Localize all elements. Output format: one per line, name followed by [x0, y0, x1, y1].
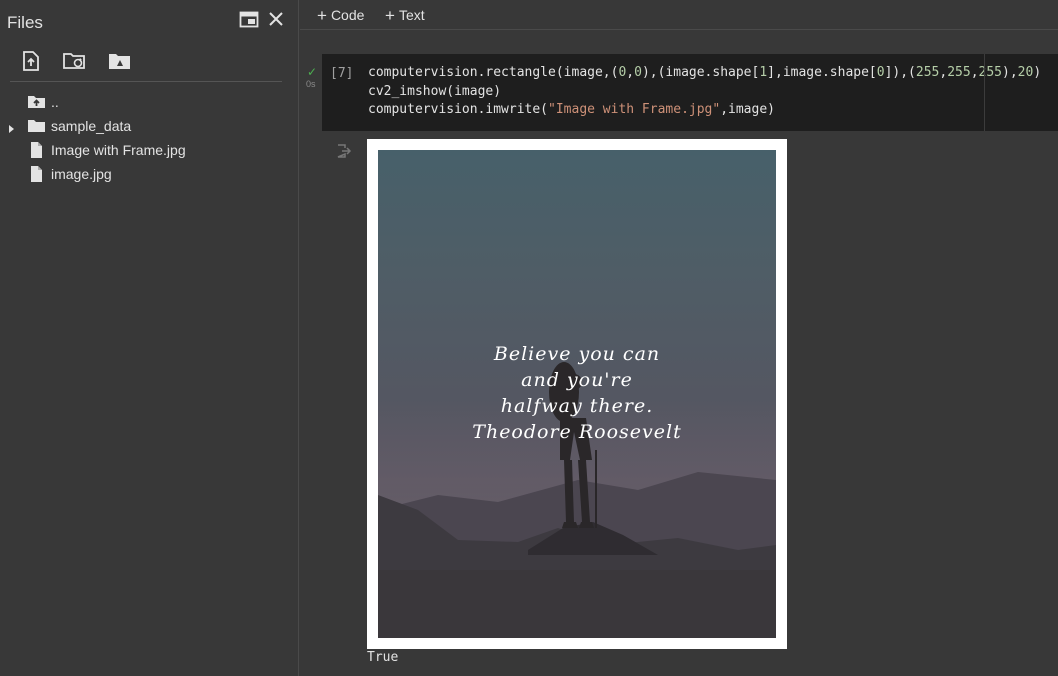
tree-item-label: Image with Frame.jpg — [51, 142, 186, 158]
mount-drive-icon[interactable] — [107, 49, 133, 73]
quote-author: Theodore Roosevelt — [472, 421, 682, 443]
add-code-label: Code — [330, 7, 365, 23]
tree-item-image[interactable]: image.jpg — [0, 162, 299, 186]
add-text-label: Text — [398, 7, 425, 23]
open-in-window-icon[interactable] — [238, 9, 260, 29]
quote-line: halfway there. — [500, 395, 654, 417]
add-text-button[interactable]: + Text — [385, 4, 425, 26]
output-image-frame: Believe you can and you're halfway there… — [367, 139, 787, 649]
landscape-illustration — [378, 362, 776, 638]
run-success-icon: ✓ — [307, 65, 318, 79]
code-line: computervision.rectangle(image,(0,0),(im… — [368, 65, 1042, 80]
execution-count[interactable]: [7] — [330, 66, 353, 81]
code-line: computervision.imwrite("Image with Frame… — [368, 102, 775, 117]
code-cell[interactable]: [7] computervision.rectangle(image,(0,0)… — [322, 54, 1058, 131]
run-duration: 0s — [306, 79, 316, 89]
code-line: cv2_imshow(image) — [368, 83, 502, 99]
refresh-folder-icon[interactable] — [62, 49, 88, 73]
output-image: Believe you can and you're halfway there… — [378, 150, 776, 638]
tree-item-sample-data[interactable]: sample_data — [0, 114, 299, 138]
tree-item-label: image.jpg — [51, 166, 112, 182]
file-tree: .. sample_data Image with Frame.jpg imag… — [0, 90, 299, 186]
output-actions-icon[interactable] — [336, 143, 352, 159]
notebook-toolbar: + Code + Text — [300, 0, 1058, 30]
file-icon — [27, 141, 46, 159]
plus-icon: + — [385, 5, 395, 25]
files-sidebar: Files .. sample_data Image with Frame.jp… — [0, 0, 299, 676]
add-code-button[interactable]: + Code — [317, 4, 364, 26]
parent-folder-icon — [27, 93, 46, 111]
sidebar-divider — [10, 81, 282, 82]
plus-icon: + — [317, 5, 327, 25]
expand-arrow-icon[interactable] — [6, 121, 16, 133]
line-length-ruler — [984, 54, 985, 131]
cell-output-text: True — [367, 650, 399, 665]
tree-item-image-with-frame[interactable]: Image with Frame.jpg — [0, 138, 299, 162]
folder-icon — [27, 117, 46, 135]
quote-line: Believe you can — [493, 343, 661, 365]
upload-file-icon[interactable] — [18, 49, 44, 73]
code-editor[interactable]: computervision.rectangle(image,(0,0),(im… — [368, 64, 1041, 120]
tree-item-label: sample_data — [51, 118, 132, 134]
close-icon[interactable] — [265, 8, 287, 30]
file-icon — [27, 165, 46, 183]
sidebar-title: Files — [7, 13, 43, 32]
quote-line: and you're — [521, 369, 633, 391]
notebook-main: + Code + Text ✓ 0s [7] computervision.re… — [300, 0, 1058, 676]
tree-item-label: .. — [51, 94, 59, 110]
tree-item-parent[interactable]: .. — [0, 90, 299, 114]
